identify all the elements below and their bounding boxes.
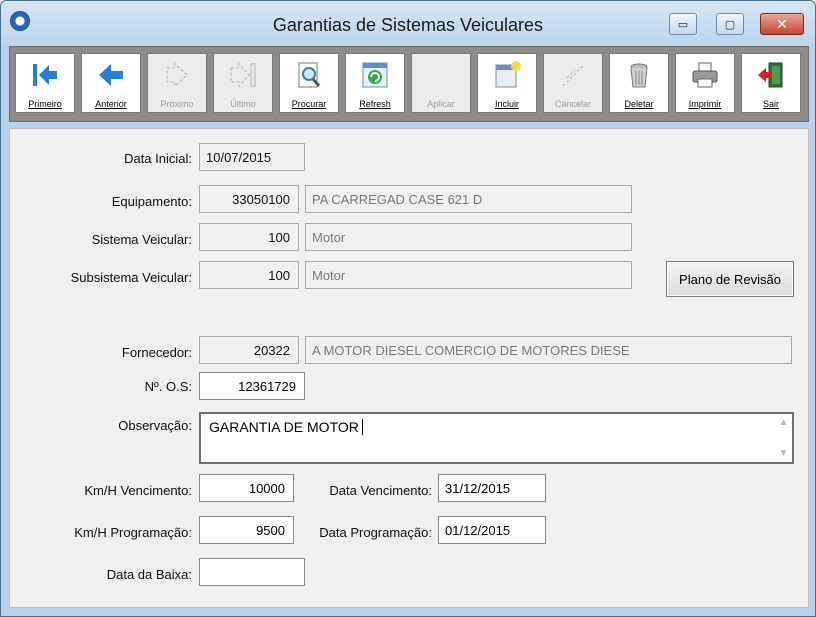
sistema-description-field[interactable]: Motor (305, 223, 632, 251)
printer-icon (689, 60, 721, 90)
delete-button[interactable]: Deletar (609, 53, 669, 113)
km-vencimento-field[interactable]: 10000 (199, 474, 294, 502)
next-label: Próximo (160, 99, 194, 109)
close-button[interactable]: ✕ (760, 13, 804, 35)
os-field[interactable]: 12361729 (199, 372, 305, 400)
observacao-label: Observação: (118, 418, 192, 433)
form-panel: Data Inicial: 10/07/2015 Equipamento: 33… (9, 128, 809, 608)
data-inicial-field[interactable]: 10/07/2015 (199, 143, 305, 171)
previous-button[interactable]: Anterior (81, 53, 141, 113)
main-window: Garantias de Sistemas Veiculares ▭ ▢ ✕ P… (0, 0, 816, 617)
exit-button[interactable]: Sair (741, 53, 801, 113)
data-vencimento-field[interactable]: 31/12/2015 (438, 474, 546, 502)
first-button[interactable]: Primeiro (15, 53, 75, 113)
cancel-button[interactable]: Cancelar (543, 53, 603, 113)
trash-icon (623, 60, 655, 90)
data-baixa-field[interactable] (199, 558, 305, 586)
data-baixa-label: Data da Baixa: (106, 567, 192, 582)
apply-button[interactable]: Aplicar (411, 53, 471, 113)
km-programacao-field[interactable]: 9500 (199, 516, 294, 544)
delete-label: Deletar (624, 99, 654, 109)
os-label: Nº. O.S: (144, 379, 192, 394)
refresh-label: Refresh (359, 99, 391, 109)
km-programacao-label: Km/H Programação: (74, 525, 192, 540)
equipamento-code-field[interactable]: 33050100 (199, 185, 299, 213)
cancel-icon (557, 60, 589, 90)
new-button[interactable]: Incluir (477, 53, 537, 113)
data-programacao-label: Data Programação: (319, 525, 432, 540)
new-label: Incluir (494, 99, 519, 109)
refresh-button[interactable]: Refresh (345, 53, 405, 113)
previous-record-icon (95, 60, 127, 90)
text-caret (361, 419, 363, 435)
sistema-code-field[interactable]: 100 (199, 223, 299, 251)
plano-revisao-button[interactable]: Plano de Revisão (666, 261, 794, 297)
observacao-textarea[interactable]: GARANTIA DE MOTOR ▲ ▼ (199, 412, 794, 464)
apply-label: Aplicar (427, 99, 455, 109)
scroll-down-icon[interactable]: ▼ (779, 448, 789, 459)
next-record-icon (161, 60, 193, 90)
scroll-up-icon[interactable]: ▲ (779, 417, 789, 428)
minimize-button[interactable]: ▭ (669, 13, 697, 35)
new-record-icon (491, 60, 523, 90)
last-button[interactable]: Último (213, 53, 273, 113)
print-label: Imprimir (688, 99, 722, 109)
data-inicial-label: Data Inicial: (124, 151, 192, 166)
title-bar[interactable]: Garantias de Sistemas Veiculares ▭ ▢ ✕ (1, 1, 815, 45)
fornecedor-label: Fornecedor: (121, 345, 192, 360)
equipamento-description-field[interactable]: PA CARREGAD CASE 621 D (305, 185, 632, 213)
previous-label: Anterior (95, 99, 127, 109)
print-button[interactable]: Imprimir (675, 53, 735, 113)
sistema-label: Sistema Veicular: (91, 232, 192, 247)
observacao-scrollbar[interactable]: ▲ ▼ (775, 414, 792, 462)
equipamento-label: Equipamento: (111, 194, 192, 209)
subsistema-description-field[interactable]: Motor (305, 261, 632, 289)
data-programacao-field[interactable]: 01/12/2015 (438, 516, 546, 544)
subsistema-code-field[interactable]: 100 (199, 261, 299, 289)
maximize-button[interactable]: ▢ (716, 13, 744, 35)
next-button[interactable]: Próximo (147, 53, 207, 113)
fornecedor-code-field[interactable]: 20322 (199, 336, 299, 364)
fornecedor-description-field[interactable]: A MOTOR DIESEL COMERCIO DE MOTORES DIESE (305, 336, 792, 364)
km-vencimento-label: Km/H Vencimento: (84, 483, 192, 498)
first-label: Primeiro (28, 99, 62, 109)
subsistema-label: Subsistema Veicular: (70, 270, 192, 285)
last-record-icon (227, 60, 259, 90)
cancel-label: Cancelar (554, 99, 592, 109)
last-label: Último (230, 99, 256, 109)
apply-icon (425, 60, 457, 90)
exit-icon (755, 60, 787, 90)
search-button[interactable]: Procurar (279, 53, 339, 113)
refresh-icon (359, 60, 391, 90)
first-record-icon (29, 60, 61, 90)
observacao-text: GARANTIA DE MOTOR (209, 419, 359, 435)
toolbar: Primeiro Anterior Próximo Último Procura… (9, 46, 809, 122)
data-vencimento-label: Data Vencimento: (329, 483, 432, 498)
search-icon (293, 60, 325, 90)
exit-label: Sair (762, 99, 779, 109)
search-label: Procurar (291, 99, 327, 109)
